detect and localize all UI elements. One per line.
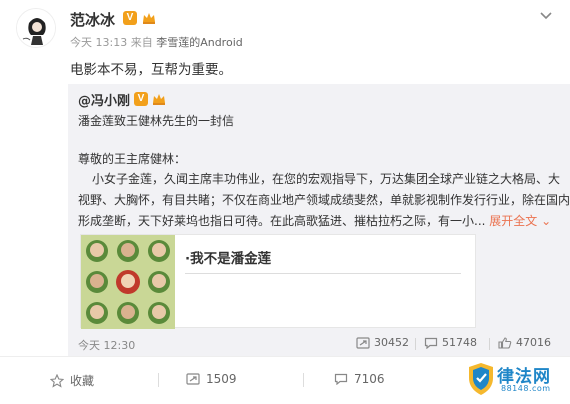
repost-count-value: 30452: [374, 336, 409, 349]
shield-logo-icon: [469, 363, 493, 395]
post-meta: 今天 13:13 来自 李雪莲的Android: [70, 34, 243, 50]
weibo-post: 范冰冰 V 今天 13:13 来自 李雪莲的Android 电影本不易，互帮为重…: [0, 0, 570, 404]
repost-icon: [356, 336, 370, 349]
verified-badge: V: [123, 11, 137, 25]
favorite-button[interactable]: 收藏: [50, 372, 94, 389]
like-count[interactable]: 47016: [498, 336, 551, 349]
card-title[interactable]: ·我不是潘金莲: [185, 247, 271, 267]
comment-icon: [334, 373, 348, 385]
letter-line: 形成垄断，天下好莱坞也指日可待。在此高歌猛进、摧枯拉朽之际，有一小... 展开全…: [78, 212, 551, 229]
repost-author-name[interactable]: @冯小刚: [78, 94, 130, 109]
star-icon: [50, 373, 64, 388]
repost-button-count: 1509: [206, 372, 237, 386]
repost-subtitle: 潘金莲致王健林先生的一封信: [78, 114, 235, 128]
post-from-label: 来自: [130, 36, 153, 49]
letter-line: 视野、大胸怀，有目共睹；不仅在商业地产领域成绩斐然，单就影视制作发行行业，除在国…: [78, 193, 570, 207]
repost-icon: [186, 373, 200, 385]
post-text: 电影本不易，互帮为重要。: [70, 62, 232, 78]
divider: [303, 373, 304, 387]
repost-verified-badge: V: [134, 92, 148, 106]
repost-box: @冯小刚 V 潘金莲致王健林先生的一封信 尊敬的王主席健林： 小女子金莲，久闻主…: [68, 84, 570, 356]
comment-count[interactable]: 51748: [424, 336, 477, 349]
favorite-label: 收藏: [70, 374, 95, 388]
avatar[interactable]: [16, 8, 56, 48]
repost-button[interactable]: 1509: [186, 372, 237, 386]
watermark-url: 88148.com: [501, 384, 551, 393]
crown-icon: [143, 13, 155, 24]
repost-time[interactable]: 今天 12:30: [78, 337, 135, 353]
site-watermark: 律法网 88148.com: [467, 358, 567, 402]
card-thumbnail[interactable]: [81, 235, 175, 329]
repost-count[interactable]: 30452: [356, 336, 409, 349]
card-divider: [185, 273, 461, 274]
expand-label[interactable]: 展开全文: [489, 214, 537, 228]
repost-author[interactable]: @冯小刚: [78, 90, 130, 109]
chevron-down-icon[interactable]: [538, 10, 554, 22]
comment-icon: [424, 337, 438, 349]
comment-count-value: 51748: [442, 336, 477, 349]
letter-line: 小女子金莲，久闻主席丰功伟业，在您的宏观指导下，万达集团全球产业链之大格局、大: [92, 172, 561, 186]
letter-greeting: 尊敬的王主席健林：: [78, 152, 187, 166]
author-name[interactable]: 范冰冰: [70, 9, 115, 30]
divider: [489, 338, 490, 350]
link-card[interactable]: ·我不是潘金莲: [80, 234, 476, 329]
comment-button[interactable]: 7106: [334, 372, 385, 386]
poster-faces: [86, 240, 170, 324]
post-time[interactable]: 今天 13:13: [70, 36, 127, 49]
repost-footer: 今天 12:30 30452 51748 47016: [68, 332, 570, 356]
divider: [158, 373, 159, 387]
divider: [415, 338, 416, 350]
like-icon: [498, 336, 512, 349]
movie-poster-image: [81, 235, 175, 329]
repost-crown-icon: [153, 94, 165, 105]
letter-line-text: 形成垄断，天下好莱坞也指日可待。在此高歌猛进、摧枯拉朽之际，有一小...: [78, 214, 486, 228]
post-source[interactable]: 李雪莲的Android: [156, 36, 243, 49]
comment-button-count: 7106: [354, 372, 385, 386]
expand-chevron-icon[interactable]: ⌄: [541, 214, 551, 228]
expand-link[interactable]: 展开全文 ⌄: [489, 214, 551, 228]
like-count-value: 47016: [516, 336, 551, 349]
